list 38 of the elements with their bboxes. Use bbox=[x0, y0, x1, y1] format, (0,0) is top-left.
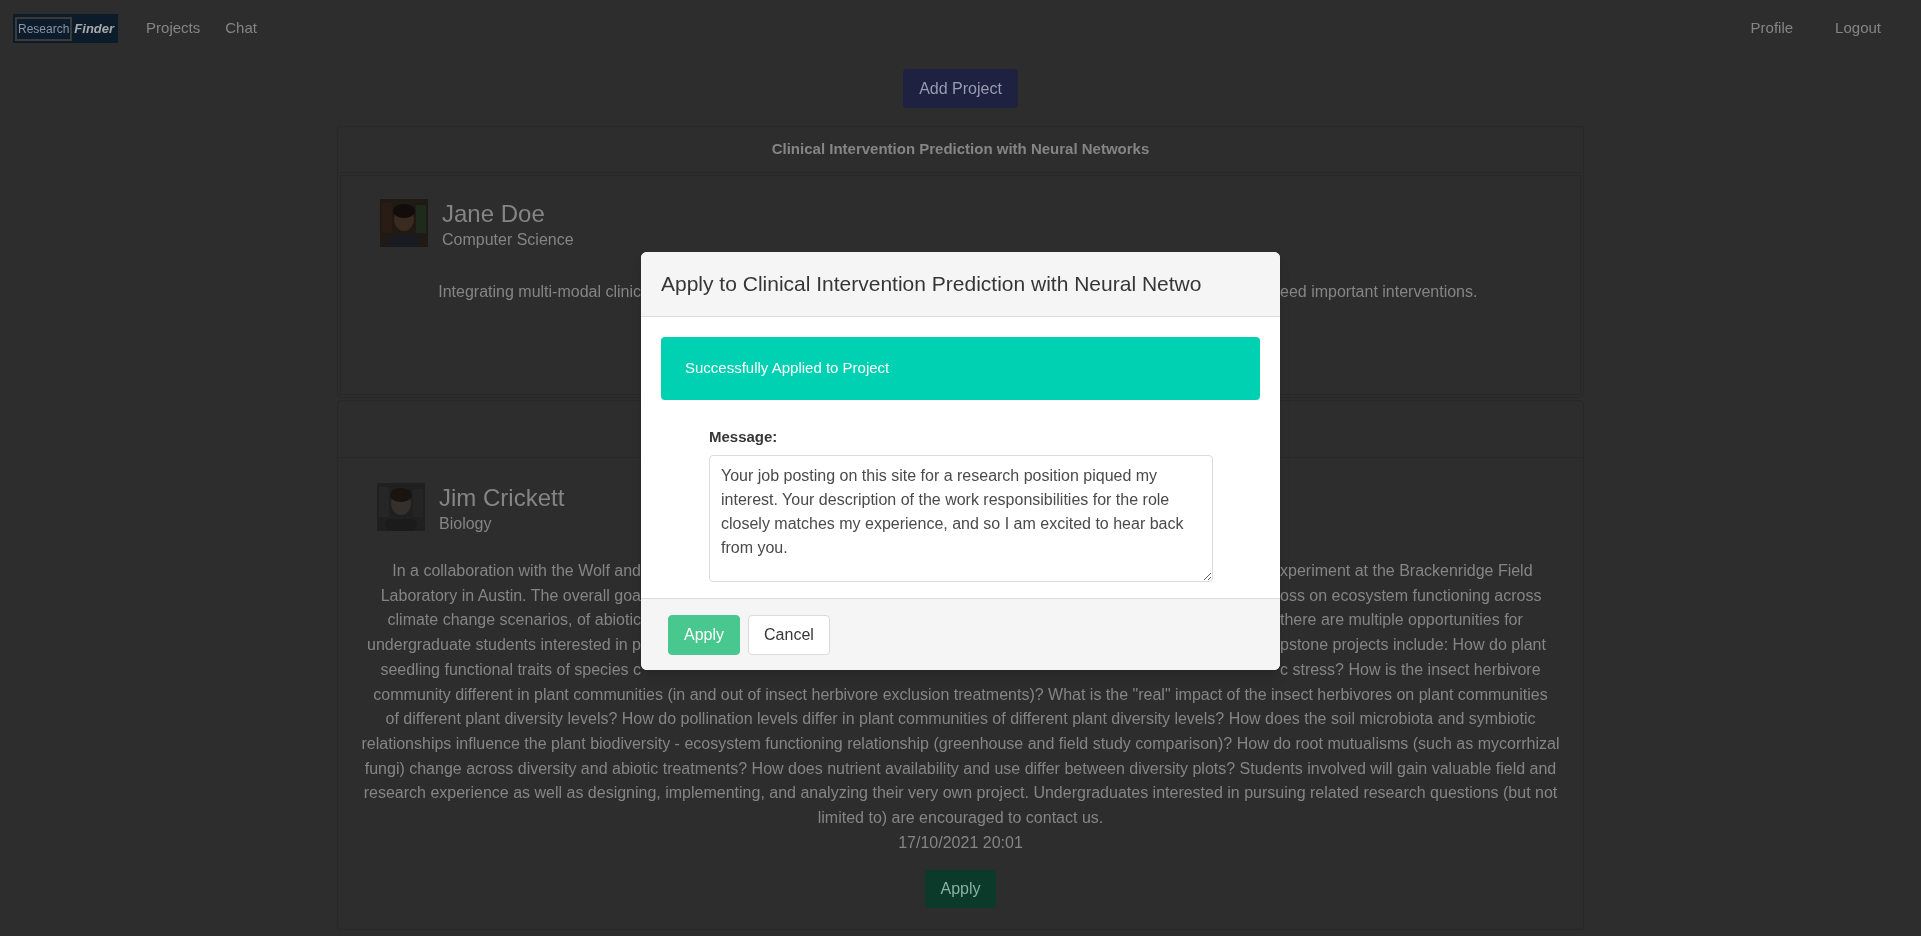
description-text: research experience as well as designing, implementing, and analyzing their very own project. Undergraduates interested in pursuing related research questions (but not bbox=[363, 783, 1558, 804]
description-text: of different plant diversity levels? How do pollination levels differ in plant communities of different plant diversity levels? How does the soil microbiota and symbiotic bbox=[385, 709, 1536, 730]
description-text: fungi) change across diversity and abiotic treatments? How does nutrient availability and use differ between diversity plots? Students involved will gain valuable field and bbox=[364, 758, 1557, 779]
description-text: c stress? How is the insect herbivore bbox=[1280, 659, 1541, 680]
add-project-button[interactable]: Add Project bbox=[903, 69, 1018, 108]
description-text: climate change scenarios, of abiotic bbox=[387, 610, 641, 631]
author-department: Computer Science bbox=[442, 230, 574, 250]
author-name: Jim Crickett bbox=[439, 483, 565, 513]
description-text: In a collaboration with the Wolf and bbox=[392, 561, 641, 581]
description-text: seedling functional traits of species c bbox=[380, 659, 641, 680]
alert-text: Successfully Applied to Project bbox=[685, 358, 890, 379]
nav-link[interactable]: Chat bbox=[225, 17, 257, 40]
description-text: oss on ecosystem functioning across bbox=[1280, 585, 1542, 606]
description-text: undergraduate students interested in p bbox=[367, 635, 641, 656]
nav-link[interactable]: Logout bbox=[1835, 17, 1881, 40]
logo-text: Research bbox=[15, 16, 73, 41]
nav-link[interactable]: Projects bbox=[146, 17, 201, 40]
dialog-title: Apply to Clinical Intervention Prediction with Neural Netwo bbox=[661, 271, 1202, 298]
description-text: Laboratory in Austin. The overall goa bbox=[380, 585, 641, 606]
message-field[interactable]: Your job posting on this site for a research position piqued my interest. Your description of the work responsibilities for the role closely matches my experience, and so I am excited to hear back from you. bbox=[709, 455, 1213, 582]
nav-link[interactable]: Profile bbox=[1750, 17, 1794, 40]
message-label: Message: bbox=[709, 427, 779, 447]
description-text: xperiment at the Brackenridge Field bbox=[1280, 561, 1533, 581]
author-name: Jane Doe bbox=[442, 199, 546, 229]
description-text: pstone projects include: How do plant bbox=[1280, 635, 1546, 656]
description-text: Integrating multi-modal clinic bbox=[438, 282, 641, 302]
apply-button[interactable]: Apply bbox=[925, 870, 996, 909]
description-text: limited to) are encouraged to contact us. bbox=[817, 808, 1104, 829]
date-text: 17/10/2021 20:01 bbox=[898, 832, 1023, 853]
logo[interactable]: Research Finder bbox=[13, 14, 119, 43]
description-text: relationships influence the plant biodiversity - ecosystem functioning relationship (greenhouse and field study comparison)? How do root mutualisms (such as mycorrhizal bbox=[361, 733, 1560, 754]
author-department: Biology bbox=[439, 514, 493, 534]
project-title: Clinical Intervention Prediction with Neural Networks bbox=[771, 139, 1150, 160]
description-text: there are multiple opportunities for bbox=[1280, 610, 1523, 631]
description-text: community different in plant communities (in and out of insect herbivore exclusion treatments)? What is the "real" impact of the insect herbivores on plant communities bbox=[373, 684, 1548, 705]
cancel-button[interactable]: Cancel bbox=[748, 614, 830, 655]
logo-text: Finder bbox=[74, 19, 116, 38]
description-text: eed important interventions. bbox=[1280, 282, 1478, 302]
